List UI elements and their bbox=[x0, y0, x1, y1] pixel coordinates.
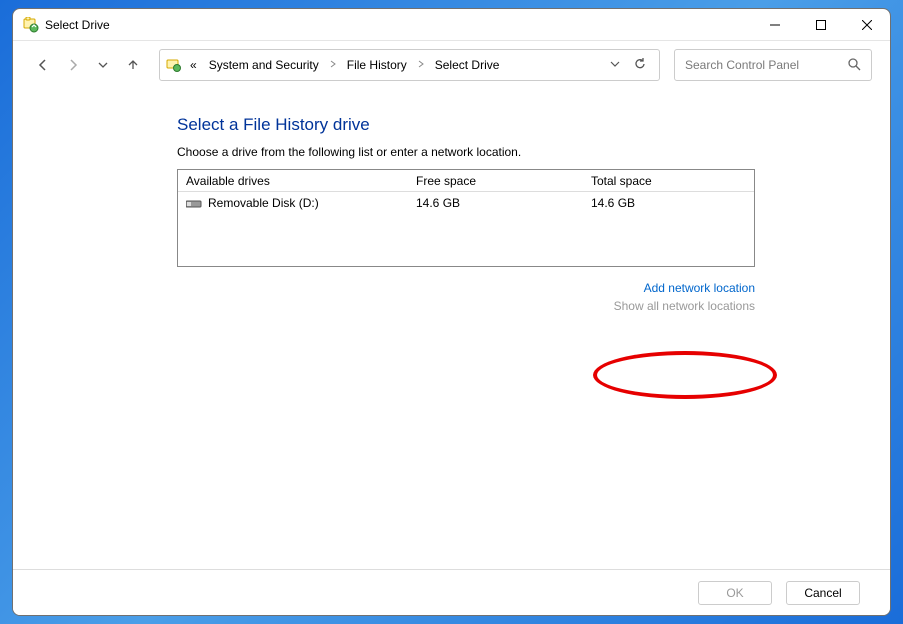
column-header-drives[interactable]: Available drives bbox=[178, 174, 408, 188]
address-dropdown-icon[interactable] bbox=[609, 58, 621, 73]
dialog-footer: OK Cancel bbox=[13, 569, 890, 615]
recent-dropdown-icon[interactable] bbox=[91, 53, 115, 77]
ok-button[interactable]: OK bbox=[698, 581, 772, 605]
maximize-button[interactable] bbox=[798, 9, 844, 41]
minimize-button[interactable] bbox=[752, 9, 798, 41]
breadcrumb-segment[interactable]: System and Security bbox=[205, 56, 323, 74]
titlebar: Select Drive bbox=[13, 9, 890, 41]
breadcrumb-segment[interactable]: File History bbox=[343, 56, 411, 74]
chevron-right-icon bbox=[415, 60, 427, 71]
chevron-right-icon bbox=[327, 60, 339, 71]
table-row[interactable]: Removable Disk (D:) 14.6 GB 14.6 GB bbox=[178, 192, 754, 214]
show-all-network-locations-link[interactable]: Show all network locations bbox=[177, 297, 755, 315]
cancel-button[interactable]: Cancel bbox=[786, 581, 860, 605]
forward-button[interactable] bbox=[61, 53, 85, 77]
breadcrumb-segment[interactable]: Select Drive bbox=[431, 56, 504, 74]
app-icon bbox=[23, 17, 39, 33]
back-button[interactable] bbox=[31, 53, 55, 77]
search-input[interactable] bbox=[685, 58, 847, 72]
annotation-ellipse bbox=[593, 351, 777, 399]
page-heading: Select a File History drive bbox=[177, 115, 870, 135]
action-links: Add network location Show all network lo… bbox=[177, 267, 755, 315]
navigation-toolbar: « System and Security File History Selec… bbox=[13, 41, 890, 89]
search-box[interactable] bbox=[674, 49, 872, 81]
drive-name-cell: Removable Disk (D:) bbox=[178, 196, 408, 210]
window-title: Select Drive bbox=[45, 18, 110, 32]
address-bar[interactable]: « System and Security File History Selec… bbox=[159, 49, 660, 81]
removable-disk-icon bbox=[186, 198, 202, 208]
page-subtext: Choose a drive from the following list o… bbox=[177, 145, 870, 159]
content-area: Select a File History drive Choose a dri… bbox=[13, 89, 890, 569]
drive-free-cell: 14.6 GB bbox=[408, 196, 583, 210]
add-network-location-link[interactable]: Add network location bbox=[177, 279, 755, 297]
drive-total-cell: 14.6 GB bbox=[583, 196, 753, 210]
window-controls bbox=[752, 9, 890, 41]
drive-name: Removable Disk (D:) bbox=[208, 196, 319, 210]
column-header-total[interactable]: Total space bbox=[583, 174, 753, 188]
up-button[interactable] bbox=[121, 53, 145, 77]
table-header: Available drives Free space Total space bbox=[178, 170, 754, 192]
refresh-icon[interactable] bbox=[633, 57, 647, 74]
breadcrumb-prefix: « bbox=[186, 56, 201, 74]
close-button[interactable] bbox=[844, 9, 890, 41]
column-header-free[interactable]: Free space bbox=[408, 174, 583, 188]
search-icon[interactable] bbox=[847, 57, 861, 74]
drive-list: Available drives Free space Total space … bbox=[177, 169, 755, 267]
folder-icon bbox=[166, 57, 182, 73]
control-panel-window: Select Drive bbox=[12, 8, 891, 616]
